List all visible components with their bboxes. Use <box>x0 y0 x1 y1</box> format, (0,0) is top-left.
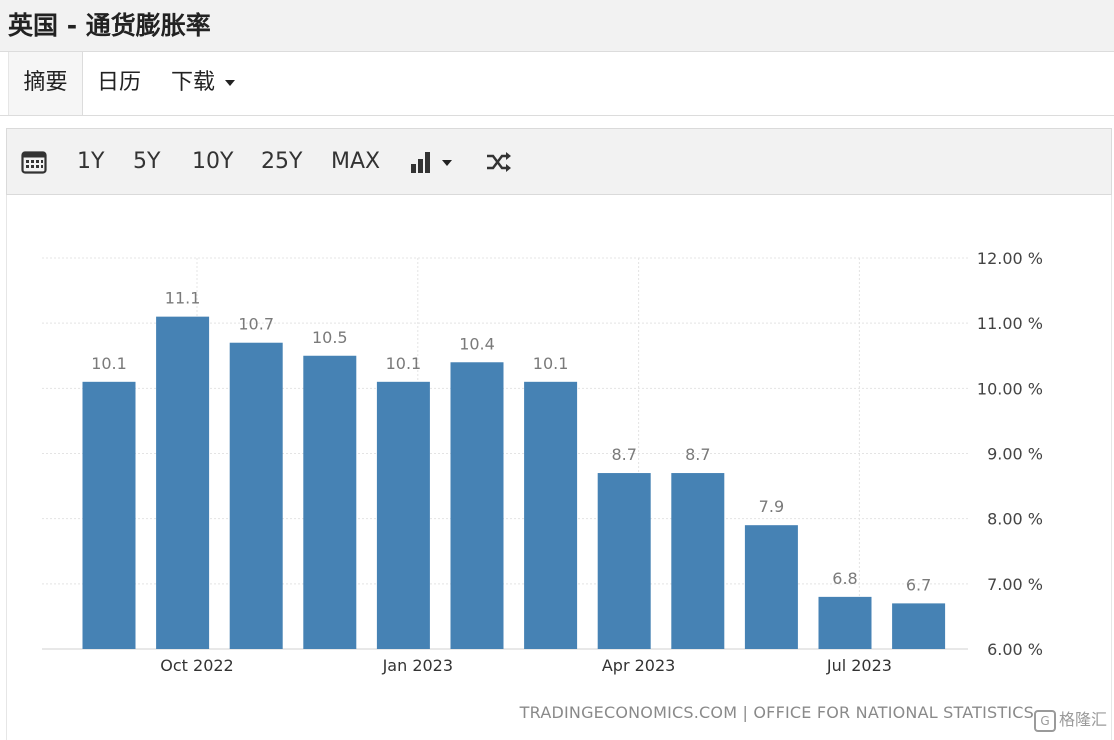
y-axis-labels: 6.00 % 7.00 % 8.00 % 9.00 % 10.00 % 11.00 % 12… <box>977 249 1043 659</box>
x-tick-label: Jul 2023 <box>826 656 892 675</box>
data-labels: 10.1 11.1 10.7 10.5 10.1 10.4 10.1 8.7 8.7 7.9 6.8… <box>91 289 931 595</box>
data-label: 10.1 <box>91 354 127 373</box>
bar[interactable] <box>524 381 578 649</box>
bar[interactable] <box>229 342 283 649</box>
data-label: 8.7 <box>685 445 710 464</box>
watermark-logo-icon: G <box>1034 709 1056 732</box>
x-tick-label: Jan 2023 <box>382 656 453 675</box>
bar[interactable] <box>818 596 872 649</box>
data-label: 8.7 <box>611 445 636 464</box>
bar[interactable] <box>597 473 651 649</box>
y-tick-label: 11.00 % <box>977 314 1043 333</box>
bar[interactable] <box>892 603 946 649</box>
data-label: 7.9 <box>759 497 784 516</box>
x-tick-label: Oct 2022 <box>160 656 233 675</box>
y-tick-label: 12.00 % <box>977 249 1043 268</box>
data-label: 6.8 <box>832 569 857 588</box>
data-label: 10.5 <box>312 328 348 347</box>
data-label: 6.7 <box>906 575 931 594</box>
data-label: 11.1 <box>165 289 201 308</box>
x-axis-labels: Oct 2022 Jan 2023 Apr 2023 Jul 2023 <box>160 656 892 675</box>
y-tick-label: 7.00 % <box>987 575 1043 594</box>
inflation-bar-chart: 10.1 11.1 10.7 10.5 10.1 10.4 10.1 8.7 8.7 7.9 6.8… <box>42 249 1043 675</box>
data-label: 10.1 <box>386 354 422 373</box>
bar[interactable] <box>671 473 725 649</box>
y-tick-label: 8.00 % <box>987 510 1043 529</box>
source-note: TRADINGECONOMICS.COM | OFFICE FOR NATION… <box>519 703 1034 722</box>
bar[interactable] <box>156 316 210 649</box>
y-tick-label: 10.00 % <box>977 379 1043 398</box>
bar[interactable] <box>303 355 357 649</box>
data-label: 10.1 <box>533 354 569 373</box>
watermark: G 格隆汇 <box>1034 707 1107 733</box>
watermark-text: 格隆汇 <box>1059 710 1108 729</box>
bar[interactable] <box>82 381 136 649</box>
data-label: 10.7 <box>238 315 274 334</box>
x-tick-label: Apr 2023 <box>602 656 675 675</box>
data-label: 10.4 <box>459 334 495 353</box>
y-tick-label: 6.00 % <box>987 640 1043 659</box>
bar[interactable] <box>376 381 430 649</box>
bar[interactable] <box>744 525 798 649</box>
bar[interactable] <box>450 362 504 649</box>
y-tick-label: 9.00 % <box>987 445 1043 464</box>
bars <box>82 316 946 649</box>
